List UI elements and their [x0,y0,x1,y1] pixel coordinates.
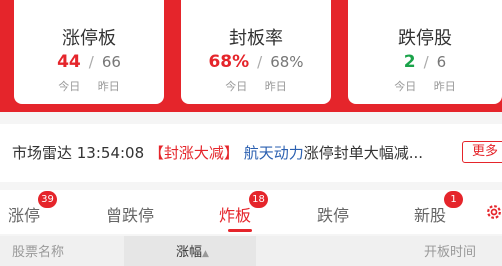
tab-label: 曾跌停 [106,206,155,225]
market-radar-bar[interactable]: 市场雷达 13:54:08 【封涨大减】 航天动力涨停封单大幅减... 更多 [0,124,502,182]
stat-separator: / [257,53,263,71]
stat-card-limit-down[interactable]: 跌停股 2 / 6 今日 昨日 [348,0,502,104]
radar-text: 涨停封单大幅减... [303,144,424,162]
tab-label: 跌停 [317,206,350,225]
col-stock-name[interactable]: 股票名称 [12,241,64,260]
tab-label: 涨停 [8,206,41,225]
col-open-time[interactable]: 开板时间 [424,241,476,260]
gear-icon[interactable] [484,202,502,222]
stat-title: 跌停股 [398,28,452,49]
tab-once-limit-down[interactable]: 曾跌停 [106,202,154,226]
tab-limit-down[interactable]: 跌停 [317,202,349,226]
tab-label: 新股 [414,206,447,225]
radar-tag: 【封涨大减】 [148,144,239,162]
tab-badge: 39 [38,191,58,208]
tab-bar: 涨停 39 曾跌停 炸板 18 跌停 新股 1 [0,190,502,234]
col-change-label: 涨幅 [176,245,203,260]
col-change[interactable]: 涨幅▲ [176,241,209,260]
stat-today-value: 68% [208,52,250,72]
stat-today-value: 2 [403,52,416,72]
radar-prefix: 市场雷达 13:54:08 [12,144,145,162]
stat-values: 2 / 6 [348,52,502,72]
tab-limit-up[interactable]: 涨停 39 [8,191,58,226]
stat-card-limit-up[interactable]: 涨停板 44 / 66 今日 昨日 [14,0,164,104]
stat-yesterday-value: 68% [270,53,304,71]
tab-badge: 18 [249,191,269,208]
stat-values: 68% / 68% [181,52,331,72]
sort-triangle-icon: ▲ [202,249,209,259]
stat-title: 封板率 [229,28,283,49]
tab-label: 炸板 [219,206,252,225]
tab-badge: 1 [444,191,464,208]
stat-separator: / [423,53,429,71]
more-button[interactable]: 更多 [462,141,502,163]
stat-sublabels: 今日 昨日 [394,80,456,93]
radar-message[interactable]: 市场雷达 13:54:08 【封涨大减】 航天动力涨停封单大幅减... [12,142,423,163]
tab-broken-board[interactable]: 炸板 18 [219,191,269,226]
stat-card-seal-rate[interactable]: 封板率 68% / 68% 今日 昨日 [181,0,331,104]
radar-stock-link[interactable]: 航天动力 [244,144,304,162]
stat-yesterday-value: 6 [436,53,447,71]
stat-separator: / [88,53,94,71]
column-header: 股票名称 涨幅▲ 开板时间 [0,236,502,266]
stat-title: 涨停板 [62,28,116,49]
stat-sublabels: 今日 昨日 [58,80,120,93]
stat-today-value: 44 [57,52,81,72]
stat-sublabels: 今日 昨日 [225,80,287,93]
stat-values: 44 / 66 [14,52,164,72]
active-tab-indicator [228,229,252,232]
stat-yesterday-value: 66 [101,53,121,71]
tab-new-stocks[interactable]: 新股 1 [414,191,464,226]
